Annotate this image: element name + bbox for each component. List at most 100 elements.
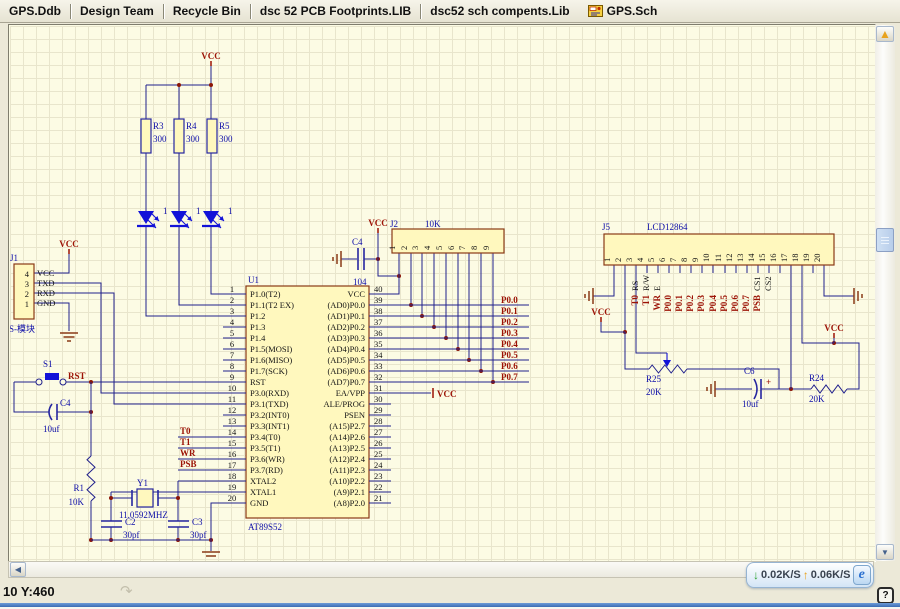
r1-reset-resistor[interactable]: R110K — [69, 456, 96, 507]
help-icon[interactable]: ? — [877, 587, 894, 604]
svg-text:EA/VPP: EA/VPP — [336, 388, 366, 398]
svg-text:J1: J1 — [10, 253, 18, 263]
chevron-left-icon: ◀ — [15, 565, 21, 574]
svg-text:P3.7(RD): P3.7(RD) — [250, 465, 283, 475]
j5-lcd12864-connector[interactable]: J5LCD12864123456789101112131415161718192… — [602, 222, 834, 291]
svg-text:U1: U1 — [248, 275, 259, 285]
svg-text:(A10)P2.2: (A10)P2.2 — [329, 476, 365, 486]
svg-text:P0.4: P0.4 — [501, 339, 518, 349]
c6-capacitor[interactable]: +C610uf — [742, 366, 771, 409]
svg-text:(AD6)P0.6: (AD6)P0.6 — [327, 366, 365, 376]
svg-text:C3: C3 — [192, 517, 203, 527]
svg-text:12: 12 — [228, 405, 237, 415]
r24-backlight-resistor[interactable]: R2420K — [809, 373, 847, 404]
svg-text:20K: 20K — [646, 387, 662, 397]
c4-decoupling-capacitor[interactable]: C4104 — [352, 237, 367, 287]
svg-text:P1.5(MOSI): P1.5(MOSI) — [250, 344, 292, 354]
r25-contrast-potentiometer[interactable]: R2520K — [646, 365, 687, 397]
svg-text:22: 22 — [374, 482, 383, 492]
svg-text:P0.7: P0.7 — [741, 295, 751, 312]
svg-text:10uf: 10uf — [742, 399, 759, 409]
svg-text:1: 1 — [196, 206, 201, 216]
svg-text:8: 8 — [230, 361, 234, 371]
svg-text:P0.5: P0.5 — [719, 295, 729, 312]
svg-text:18: 18 — [790, 254, 800, 263]
svg-text:10: 10 — [701, 254, 711, 263]
svg-text:RXD: RXD — [37, 288, 55, 298]
svg-text:P3.6(WR): P3.6(WR) — [250, 454, 285, 464]
y1-crystal[interactable]: Y111.0592MHZ — [119, 478, 168, 520]
tab-label: Recycle Bin — [173, 4, 241, 18]
svg-text:P0.3: P0.3 — [696, 295, 706, 312]
s1-reset-switch[interactable]: S1 — [36, 359, 66, 385]
tab-pcb-footprints-lib[interactable]: dsc 52 PCB Footprints.LIB — [251, 2, 420, 21]
svg-text:(AD3)P0.3: (AD3)P0.3 — [327, 333, 365, 343]
net-speed-widget[interactable]: ↓ 0.02K/S ↑ 0.06K/S e — [746, 562, 874, 588]
j2-resistor-network-10k[interactable]: J210K123456789 — [387, 219, 504, 253]
svg-text:PSB: PSB — [180, 459, 197, 469]
svg-text:31: 31 — [374, 383, 383, 393]
svg-text:CS2: CS2 — [763, 276, 773, 291]
ie-browser-button[interactable]: e — [853, 565, 872, 585]
vertical-scrollbar[interactable]: ▲ ▼ — [875, 25, 895, 561]
svg-text:WR: WR — [652, 295, 662, 311]
svg-text:8: 8 — [679, 258, 689, 262]
svg-text:30pf: 30pf — [123, 530, 140, 540]
svg-text:1: 1 — [163, 206, 168, 216]
svg-text:18: 18 — [228, 471, 237, 481]
svg-text:Y1: Y1 — [137, 478, 148, 488]
svg-text:13: 13 — [228, 416, 237, 426]
svg-text:T1: T1 — [641, 295, 651, 306]
svg-text:J5: J5 — [602, 222, 611, 232]
vertical-scroll-thumb[interactable] — [876, 228, 894, 252]
svg-text:39: 39 — [374, 295, 383, 305]
horizontal-scrollbar[interactable]: ◀ — [8, 561, 874, 578]
scroll-down-button[interactable]: ▼ — [876, 544, 894, 560]
svg-text:300: 300 — [186, 134, 200, 144]
tab-recycle-bin[interactable]: Recycle Bin — [164, 2, 250, 21]
svg-text:WR: WR — [180, 448, 196, 458]
pullup-resistors-r3-r4-r5[interactable]: R3300R4300R5300 — [141, 119, 233, 153]
svg-text:T0: T0 — [630, 295, 640, 306]
svg-text:VCC: VCC — [591, 307, 611, 317]
tab-gps-ddb[interactable]: GPS.Ddb — [0, 2, 70, 21]
svg-text:R25: R25 — [646, 374, 662, 384]
tab-sch-compents-lib[interactable]: dsc52 sch compents.Lib — [421, 2, 578, 21]
svg-text:2: 2 — [25, 289, 29, 299]
svg-text:36: 36 — [374, 328, 383, 338]
scroll-up-button[interactable]: ▲ — [876, 26, 894, 42]
scroll-left-button[interactable]: ◀ — [10, 562, 26, 577]
svg-text:GND: GND — [250, 498, 268, 508]
svg-text:7: 7 — [230, 350, 234, 360]
svg-text:1: 1 — [387, 246, 397, 250]
svg-text:7: 7 — [457, 246, 467, 250]
svg-text:AT89S52: AT89S52 — [248, 522, 282, 532]
svg-text:25: 25 — [374, 449, 383, 459]
tab-gps-sch[interactable]: GPS.Sch — [579, 2, 667, 21]
svg-text:10: 10 — [228, 383, 237, 393]
svg-text:P3.3(INT1): P3.3(INT1) — [250, 421, 290, 431]
svg-text:21: 21 — [374, 493, 383, 503]
redo-arrow-icon: ↷ — [120, 582, 133, 600]
svg-text:9: 9 — [481, 246, 491, 250]
svg-text:1: 1 — [602, 258, 612, 262]
svg-text:5: 5 — [434, 246, 444, 250]
c3-load-capacitor[interactable]: C330pf — [168, 517, 207, 540]
schematic-canvas[interactable]: VCCVCCVCCVCCVCCRSTT0T1WRPSBP0.0P0.1P0.2P… — [10, 26, 875, 562]
status-leds[interactable]: 111 — [137, 206, 233, 228]
svg-text:(AD5)P0.5: (AD5)P0.5 — [327, 355, 365, 365]
svg-text:P0.7: P0.7 — [501, 372, 518, 382]
svg-text:(A8)P2.0: (A8)P2.0 — [334, 498, 365, 508]
svg-text:P1.3: P1.3 — [250, 322, 265, 332]
schematic-viewport: VCCVCCVCCVCCVCCRSTT0T1WRPSBP0.0P0.1P0.2P… — [8, 24, 876, 562]
j1-gps-module-connector[interactable]: J14321VCCTXDRXDGNDPS-模块 — [10, 253, 55, 334]
svg-text:6: 6 — [446, 246, 456, 250]
tab-design-team[interactable]: Design Team — [71, 2, 163, 21]
c4-reset-capacitor[interactable]: C410uf — [43, 398, 71, 434]
u1-at89s52-mcu[interactable]: U1AT89S521P1.0(T2)2P1.1(T2 EX)3P1.24P1.3… — [223, 275, 391, 532]
svg-text:P1.7(SCK): P1.7(SCK) — [250, 366, 288, 376]
c2-load-capacitor[interactable]: C230pf — [101, 517, 140, 540]
svg-text:(AD7)P0.7: (AD7)P0.7 — [327, 377, 365, 387]
svg-text:30: 30 — [374, 394, 383, 404]
svg-text:P3.1(TXD): P3.1(TXD) — [250, 399, 289, 409]
